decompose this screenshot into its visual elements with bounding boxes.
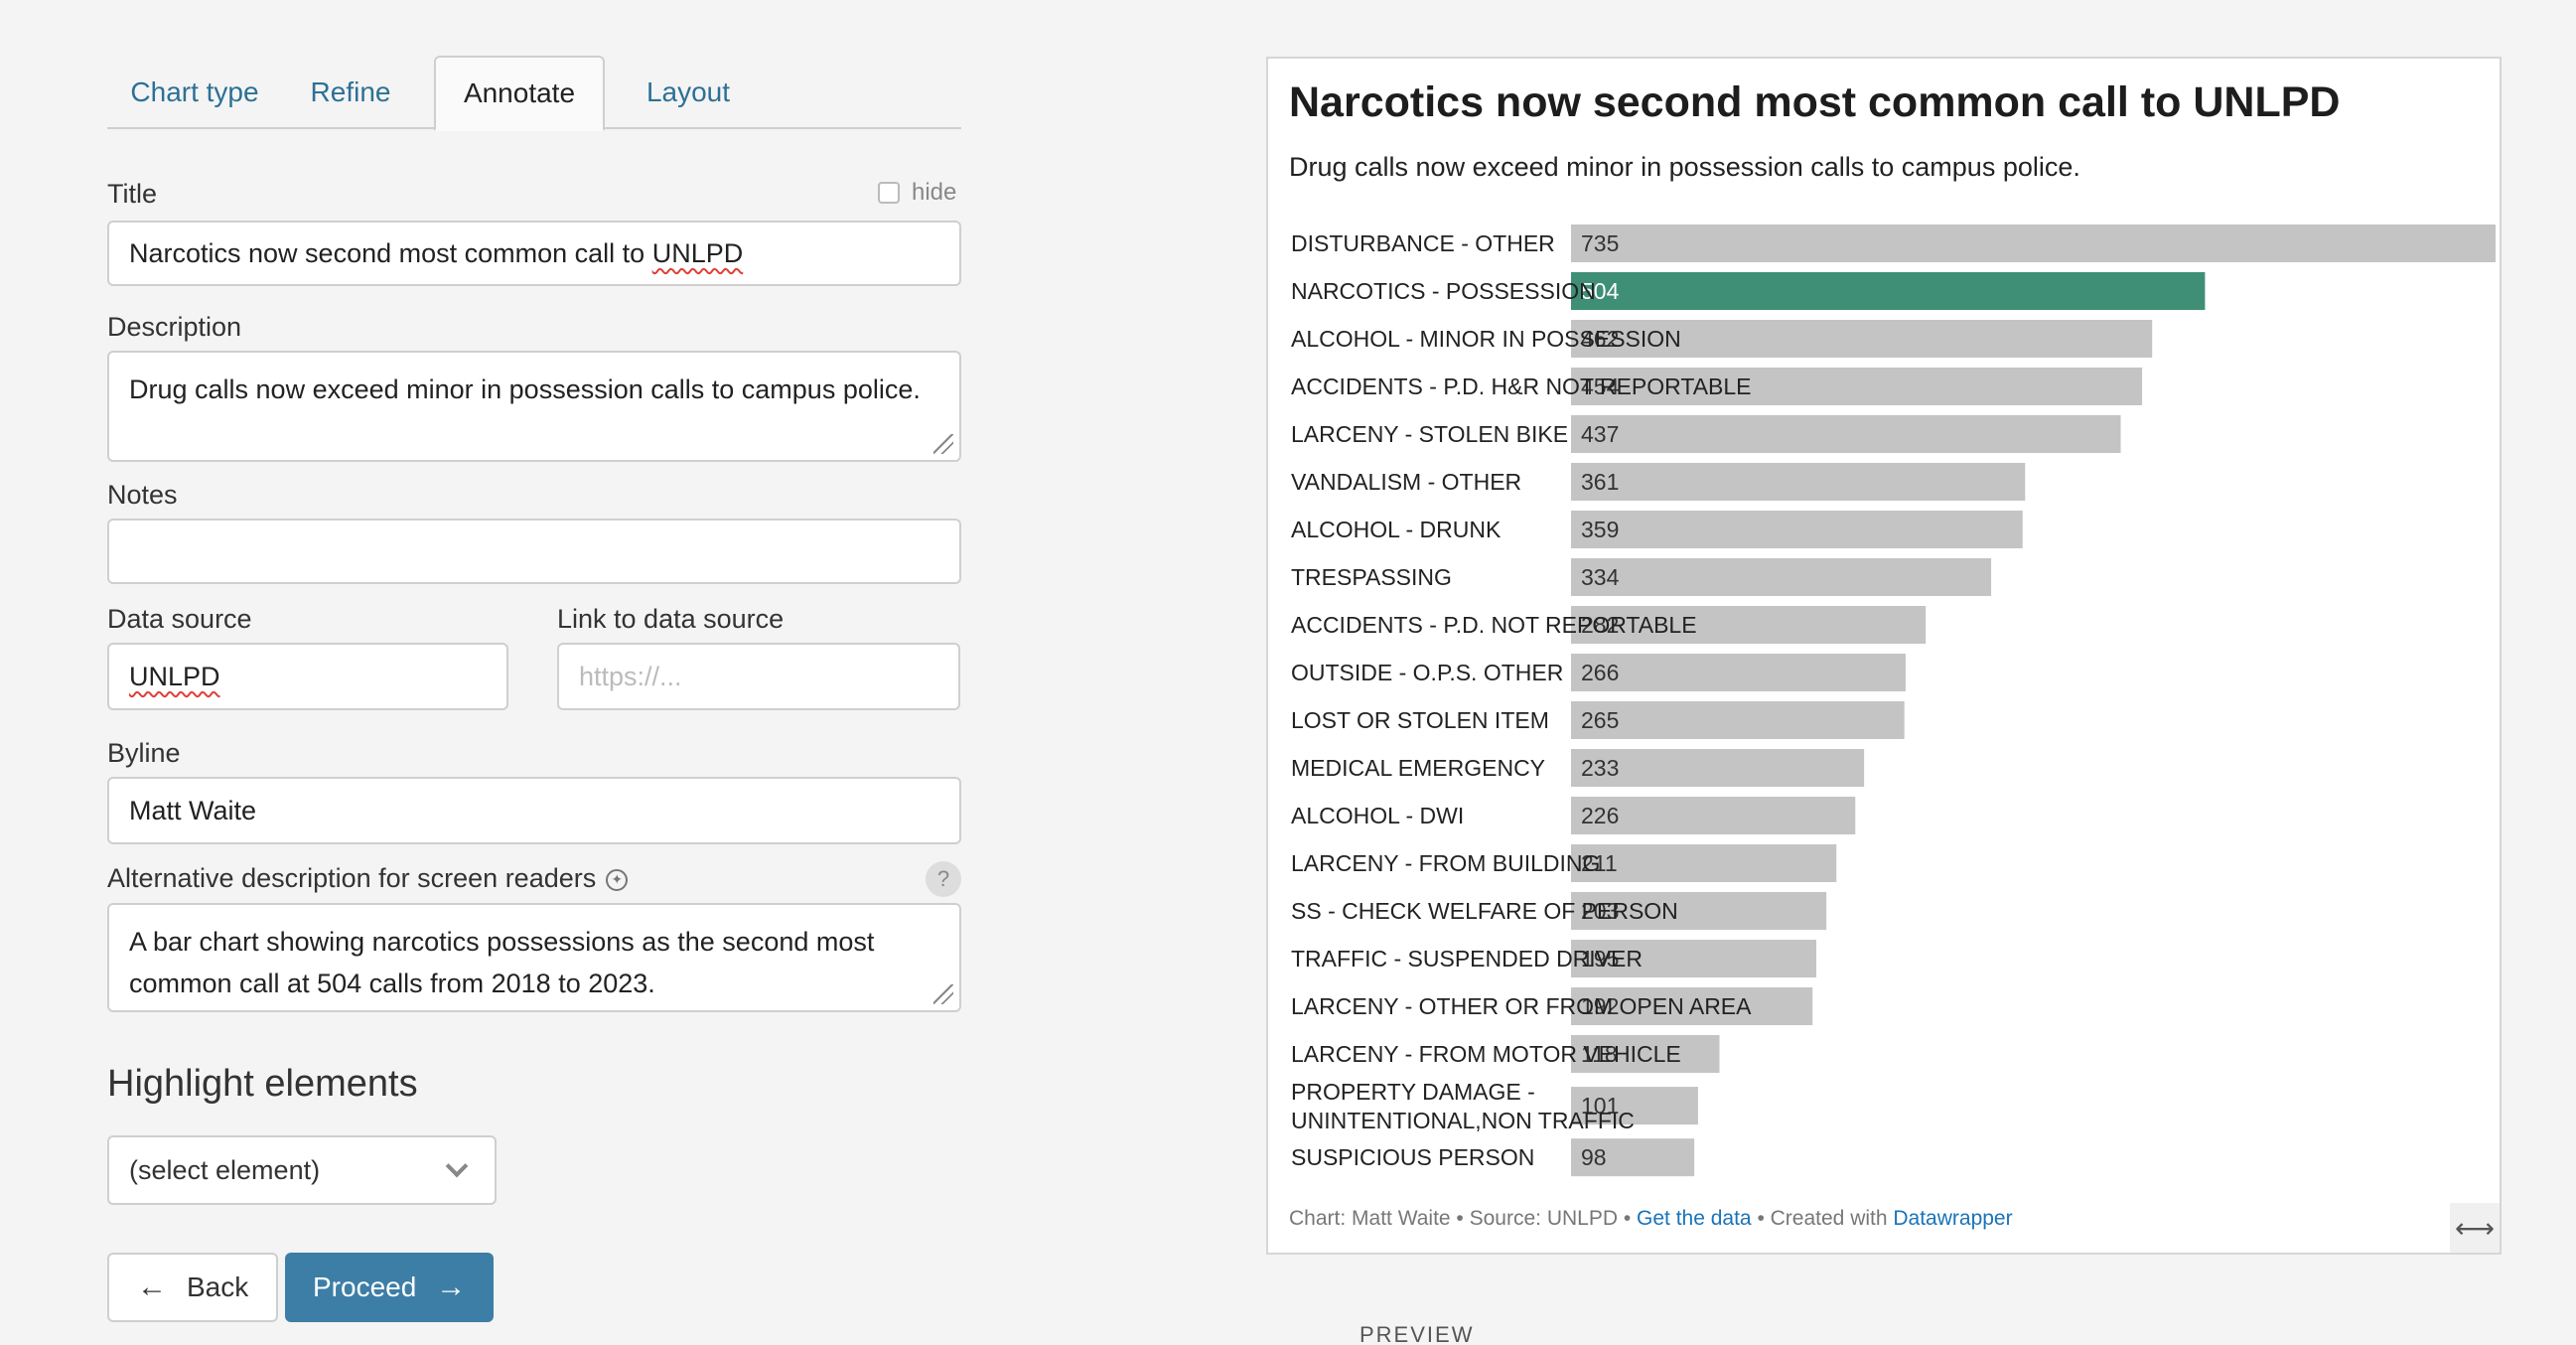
bar-value-label: 233	[1581, 755, 1619, 781]
title-input[interactable]: Narcotics now second most common call to…	[107, 221, 961, 286]
hide-title-toggle[interactable]: hide	[878, 179, 961, 207]
tab-layout[interactable]: Layout	[614, 56, 763, 129]
bar-disturbance-other	[1571, 224, 2496, 262]
arrow-right-icon: →	[436, 1270, 467, 1303]
notes-label: Notes	[107, 480, 178, 510]
category-label: TRAFFIC - SUSPENDED DRIVER	[1291, 946, 1643, 971]
highlight-heading: Highlight elements	[107, 1063, 418, 1105]
alt-description-value: A bar chart showing narcotics possession…	[129, 927, 875, 998]
preview-label: PREVIEW	[1360, 1322, 1475, 1345]
expand-width-icon[interactable]: ⟷	[2450, 1203, 2500, 1253]
bar-value-label: 437	[1581, 421, 1619, 447]
bar-outside-o-p-s-other	[1571, 654, 1906, 691]
category-label: MEDICAL EMERGENCY	[1291, 755, 1545, 781]
hide-label: hide	[912, 179, 957, 206]
bar-value-label: 735	[1581, 230, 1619, 256]
chart-preview: Narcotics now second most common call to…	[1266, 57, 2502, 1255]
category-label: ACCIDENTS - P.D. H&R NOT REPORTABLE	[1291, 374, 1752, 399]
tab-bar: Chart type Refine Annotate Layout	[107, 56, 961, 131]
bar-chart: 735DISTURBANCE - OTHER504NARCOTICS - POS…	[1291, 224, 2496, 1177]
datawrapper-link[interactable]: Datawrapper	[1893, 1207, 2012, 1230]
bar-lost-or-stolen-item	[1571, 701, 1905, 739]
alt-description-label: Alternative description for screen reade…	[107, 863, 629, 894]
bar-trespassing	[1571, 558, 1992, 596]
resize-handle-icon[interactable]	[933, 434, 953, 454]
title-label: Title	[107, 179, 158, 209]
bar-alcohol-drunk	[1571, 511, 2023, 548]
highlight-element-select[interactable]: (select element)	[107, 1135, 497, 1205]
category-label: OUTSIDE - O.P.S. OTHER	[1291, 660, 1563, 685]
link-placeholder: https://...	[579, 661, 682, 691]
description-value: Drug calls now exceed minor in possessio…	[129, 374, 921, 404]
back-button[interactable]: ← Back	[107, 1253, 279, 1322]
chart-footer: Chart: Matt Waite • Source: UNLPD • Get …	[1289, 1207, 2013, 1231]
help-icon[interactable]: ?	[926, 861, 961, 897]
arrow-left-icon: ←	[137, 1270, 167, 1303]
notes-input[interactable]	[107, 519, 961, 584]
link-data-source-input[interactable]: https://...	[557, 643, 960, 710]
category-label: ALCOHOL - MINOR IN POSSESSION	[1291, 326, 1681, 352]
tab-refine[interactable]: Refine	[291, 56, 410, 129]
category-label: LOST OR STOLEN ITEM	[1291, 707, 1549, 733]
tab-chart-type[interactable]: Chart type	[107, 56, 282, 129]
data-source-value: UNLPD	[129, 662, 220, 692]
category-label: ACCIDENTS - P.D. NOT REPORTABLE	[1291, 612, 1697, 638]
byline-input[interactable]: Matt Waite	[107, 777, 961, 844]
bar-value-label: 359	[1581, 517, 1619, 542]
footer-byline-source: Chart: Matt Waite • Source: UNLPD •	[1289, 1207, 1638, 1230]
data-source-input[interactable]: UNLPD	[107, 643, 508, 710]
back-button-label: Back	[187, 1271, 249, 1302]
byline-value: Matt Waite	[129, 795, 257, 825]
editor-panel: Chart type Refine Annotate Layout	[107, 56, 961, 131]
category-label: NARCOTICS - POSSESSION	[1291, 278, 1596, 304]
category-label: DISTURBANCE - OTHER	[1291, 230, 1555, 256]
get-the-data-link[interactable]: Get the data	[1637, 1207, 1752, 1230]
bar-value-label: 265	[1581, 707, 1619, 733]
data-source-label: Data source	[107, 604, 252, 634]
link-data-source-label: Link to data source	[557, 604, 785, 634]
category-label: LARCENY - FROM BUILDING	[1291, 850, 1600, 876]
alt-description-label-text: Alternative description for screen reade…	[107, 863, 597, 893]
category-label: SUSPICIOUS PERSON	[1291, 1144, 1534, 1170]
category-label: ALCOHOL - DWI	[1291, 803, 1464, 828]
bar-value-label: 334	[1581, 564, 1620, 590]
resize-handle-icon[interactable]	[933, 984, 953, 1004]
category-label: LARCENY - FROM MOTOR VEHICLE	[1291, 1041, 1681, 1067]
highlight-select-value: (select element)	[129, 1154, 321, 1185]
bar-value-label: 226	[1581, 803, 1619, 828]
accessibility-icon: ✦	[606, 868, 629, 891]
proceed-button[interactable]: Proceed →	[285, 1253, 495, 1322]
bar-vandalism-other	[1571, 463, 2026, 501]
category-label: LARCENY - STOLEN BIKE	[1291, 421, 1568, 447]
bar-value-label: 266	[1581, 660, 1619, 685]
misspelled-word: UNLPD	[129, 661, 220, 691]
category-label: ALCOHOL - DRUNK	[1291, 517, 1502, 542]
title-input-value: Narcotics now second most common call to…	[129, 237, 744, 268]
footer-created-with: • Created with	[1751, 1207, 1894, 1230]
category-label: VANDALISM - OTHER	[1291, 469, 1521, 495]
bar-larceny-stolen-bike	[1571, 415, 2121, 453]
hide-checkbox[interactable]	[878, 182, 900, 204]
byline-label: Byline	[107, 738, 181, 768]
bar-narcotics-possession	[1571, 272, 2206, 310]
description-textarea[interactable]: Drug calls now exceed minor in possessio…	[107, 351, 961, 462]
category-label: TRESPASSING	[1291, 564, 1452, 590]
misspelled-word: UNLPD	[651, 237, 744, 268]
alt-description-textarea[interactable]: A bar chart showing narcotics possession…	[107, 903, 961, 1012]
tab-annotate[interactable]: Annotate	[434, 56, 605, 131]
category-label: SS - CHECK WELFARE OF PERSON	[1291, 898, 1678, 924]
proceed-button-label: Proceed	[313, 1271, 417, 1302]
category-label: LARCENY - OTHER OR FROM OPEN AREA	[1291, 993, 1752, 1019]
bar-value-label: 98	[1581, 1144, 1607, 1170]
chevron-down-icon	[445, 1154, 469, 1178]
bar-value-label: 361	[1581, 469, 1619, 495]
description-label: Description	[107, 312, 242, 342]
